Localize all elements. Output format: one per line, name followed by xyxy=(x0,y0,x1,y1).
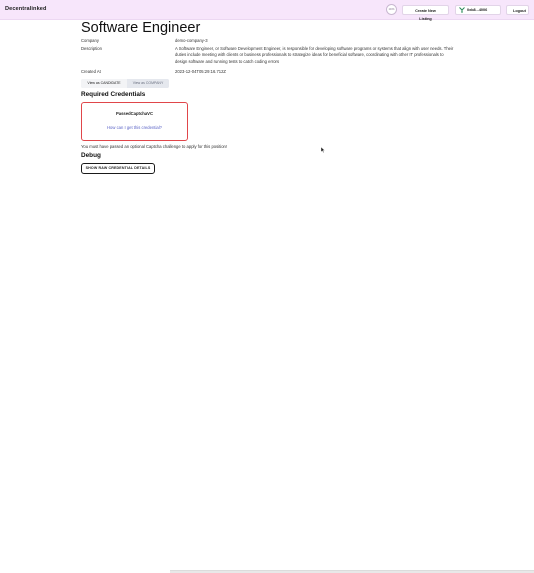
debug-heading: Debug xyxy=(81,152,101,159)
company-label: Company xyxy=(81,38,99,43)
page-title: Software Engineer xyxy=(81,20,201,36)
created-at-label: Created At xyxy=(81,69,101,74)
create-new-listing-button[interactable]: Create New Listing xyxy=(402,5,449,21)
description-label: Description xyxy=(81,46,102,51)
show-raw-credential-details-button[interactable]: SHOW RAW CREDENTIAL DETAILS xyxy=(81,163,155,174)
brand-logo-text[interactable]: Decentralinked xyxy=(5,6,47,12)
created-at-value: 2023-12-04T05:29:16.712Z xyxy=(175,69,226,74)
logout-button[interactable]: Logout xyxy=(506,5,529,15)
credential-help-link[interactable]: How can I get this credential? xyxy=(82,125,187,130)
mouse-cursor-icon xyxy=(320,140,326,154)
company-value: demo-company-3 xyxy=(175,38,208,43)
credential-name: PassedCaptchaVC xyxy=(115,111,153,116)
required-credentials-heading: Required Credentials xyxy=(81,91,146,98)
wallet-address-button[interactable]: 0xb8...4006 xyxy=(455,5,501,15)
wallet-icon xyxy=(459,7,465,13)
top-navigation-bar: Decentralinked 100% Create New Listing 0… xyxy=(0,0,534,21)
credential-requirement-note: You must have passed an optional Captcha… xyxy=(81,144,228,149)
loading-progress-indicator: 100% xyxy=(386,4,397,15)
view-as-candidate-tab[interactable]: View as CANDIDATE xyxy=(81,79,127,88)
view-mode-toggle: View as CANDIDATE View as COMPANY xyxy=(81,79,169,88)
wallet-address-label: 0xb8...4006 xyxy=(467,8,488,12)
view-as-company-tab[interactable]: View as COMPANY xyxy=(127,79,169,88)
credential-card: PassedCaptchaVC How can I get this crede… xyxy=(81,102,188,141)
description-value: A Software Engineer, or Software Develop… xyxy=(175,46,454,64)
